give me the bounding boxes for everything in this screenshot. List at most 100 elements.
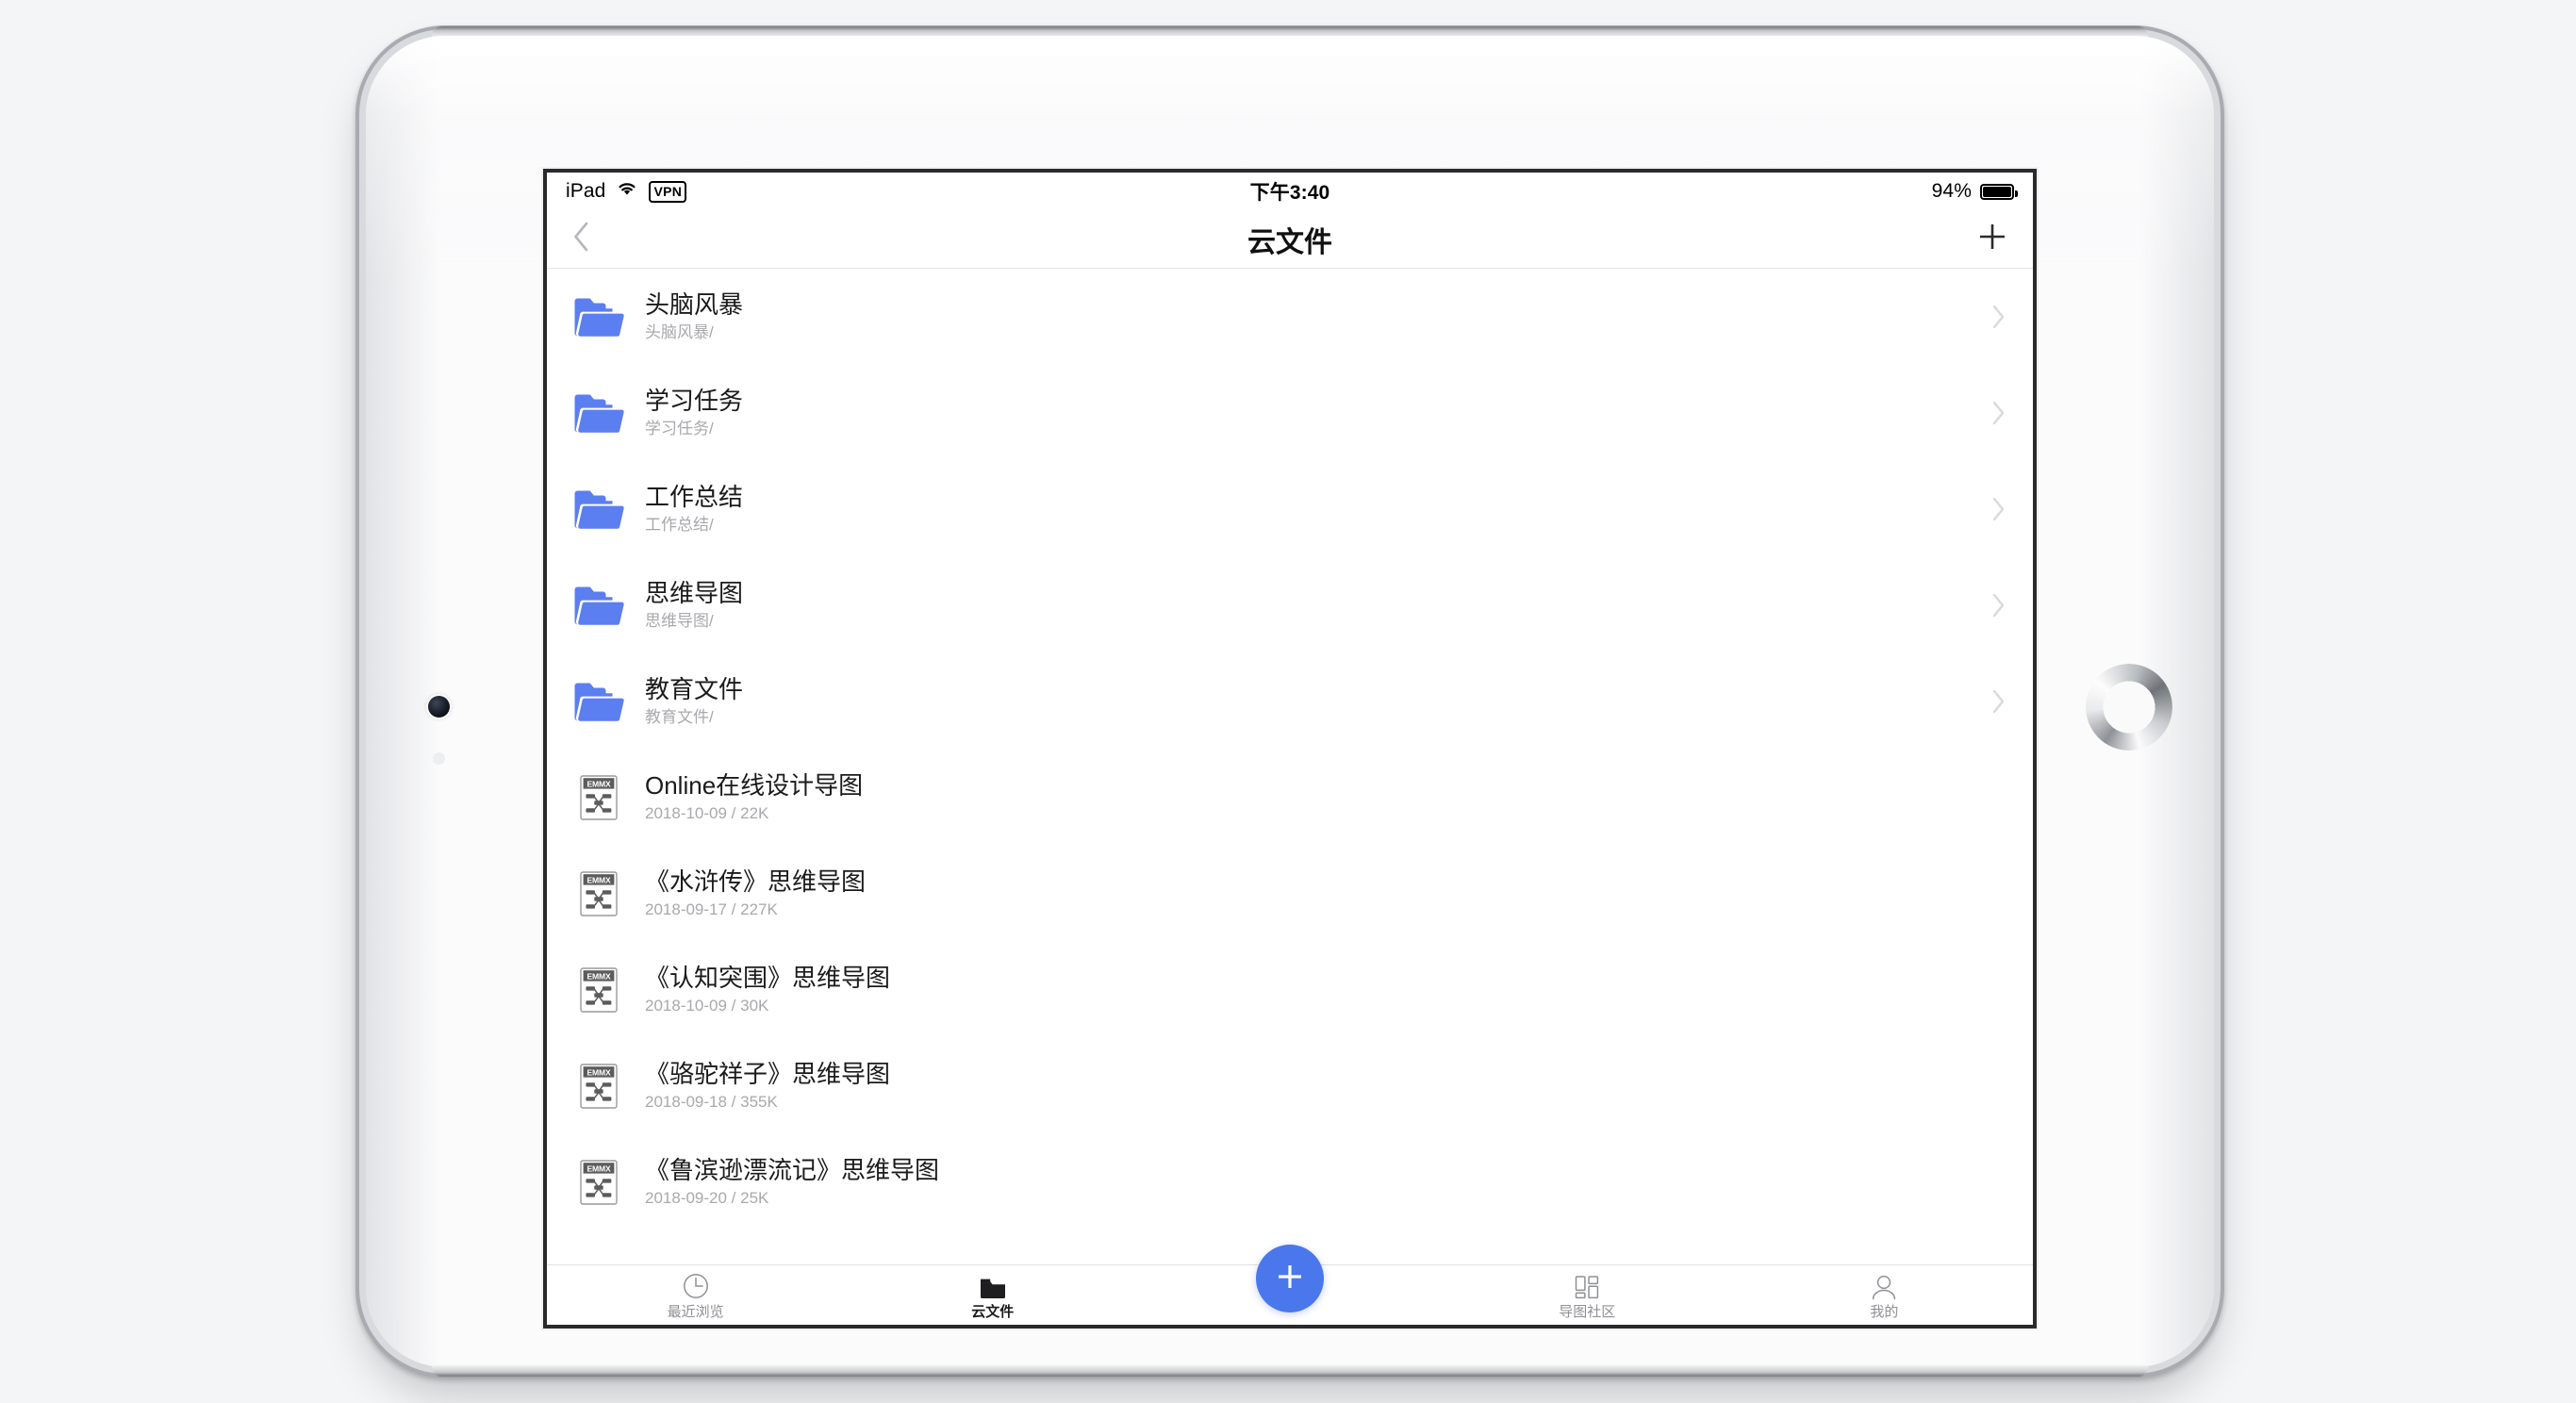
file-row[interactable]: EMMX 《骆驼祥子》思维导图 2018-09-18 / 355K	[547, 1038, 2033, 1134]
folder-row[interactable]: 思维导图 思维导图/	[547, 557, 2033, 653]
row-texts: 教育文件 教育文件/	[645, 674, 744, 727]
row-title: 头脑风暴	[645, 289, 744, 319]
row-icon	[570, 576, 628, 635]
tab-label-profile: 我的	[1870, 1303, 1899, 1320]
battery-fill	[1983, 186, 2011, 197]
svg-text:EMMX: EMMX	[587, 1067, 611, 1077]
row-title: 《认知突围》思维导图	[645, 963, 891, 992]
row-title: 《骆驼祥子》思维导图	[645, 1059, 891, 1088]
clock-icon	[682, 1272, 710, 1300]
chevron-right-icon	[1990, 496, 2006, 522]
row-texts: 头脑风暴 头脑风暴/	[645, 289, 744, 342]
status-bar-left: iPad VPN	[566, 180, 687, 203]
row-title: 工作总结	[645, 482, 744, 511]
folder-icon	[572, 391, 625, 435]
row-title: Online在线设计导图	[645, 770, 864, 800]
tab-cloud-files[interactable]: 云文件	[844, 1265, 1141, 1325]
plus-icon	[1976, 221, 2008, 257]
folder-row[interactable]: 教育文件 教育文件/	[547, 653, 2033, 750]
device-rim-bottom	[432, 1365, 2148, 1377]
battery-icon	[1980, 183, 2018, 200]
folder-icon	[572, 680, 625, 723]
file-list[interactable]: 头脑风暴 头脑风暴/ 学习任务 学习任务/ 工作总结 工作总结/ 思维导图 思维…	[547, 269, 2033, 1264]
row-subtitle: 2018-09-18 / 355K	[645, 1093, 778, 1112]
row-icon	[570, 480, 628, 538]
svg-text:EMMX: EMMX	[587, 1164, 611, 1173]
create-new-button[interactable]	[1256, 1245, 1324, 1312]
row-icon	[570, 384, 628, 442]
battery-percent-label: 94%	[1931, 180, 1972, 202]
grid-icon	[1573, 1272, 1601, 1300]
row-icon	[570, 672, 628, 731]
tab-label-community: 导图社区	[1559, 1303, 1616, 1320]
ambient-light-sensor	[433, 752, 445, 765]
row-title: 《水浒传》思维导图	[645, 867, 867, 896]
file-row[interactable]: EMMX 《鲁滨逊漂流记》思维导图 2018-09-20 / 25K	[547, 1134, 2033, 1230]
emmx-file-icon: EMMX	[580, 1160, 618, 1205]
row-texts: 《认知突围》思维导图 2018-10-09 / 30K	[645, 963, 891, 1015]
tab-community[interactable]: 导图社区	[1439, 1265, 1736, 1325]
tab-label-cloud-files: 云文件	[971, 1303, 1015, 1320]
navigation-bar: 云文件	[547, 210, 2033, 269]
home-button[interactable]	[2086, 664, 2172, 751]
ipad-device: iPad VPN 下午3:40 94% 云文件 头脑风暴 头脑风暴/ 学习任务 …	[366, 26, 2214, 1377]
row-icon	[570, 288, 628, 346]
carrier-label: iPad	[566, 180, 606, 202]
folder-row[interactable]: 工作总结 工作总结/	[547, 461, 2033, 557]
page-title: 云文件	[1247, 226, 1332, 258]
screenshot-stage: iPad VPN 下午3:40 94% 云文件 头脑风暴 头脑风暴/ 学习任务 …	[0, 0, 2576, 1403]
tab-bar: 最近浏览 云文件 导图社区 我的	[547, 1245, 2033, 1325]
status-bar: iPad VPN 下午3:40 94%	[547, 173, 2033, 210]
row-texts: 《骆驼祥子》思维导图 2018-09-18 / 355K	[645, 1059, 891, 1112]
emmx-file-icon: EMMX	[580, 1064, 618, 1109]
file-row[interactable]: EMMX 《水浒传》思维导图 2018-09-17 / 227K	[547, 846, 2033, 942]
row-title: 学习任务	[645, 386, 744, 415]
row-icon: EMMX	[570, 1153, 628, 1212]
tab-profile[interactable]: 我的	[1736, 1265, 2033, 1325]
folder-row[interactable]: 学习任务 学习任务/	[547, 365, 2033, 461]
folder-icon	[979, 1272, 1007, 1300]
svg-text:EMMX: EMMX	[587, 779, 611, 788]
file-row[interactable]: EMMX Online在线设计导图 2018-10-09 / 22K	[547, 750, 2033, 846]
row-subtitle: 学习任务/	[645, 420, 714, 438]
row-subtitle: 2018-10-09 / 22K	[645, 804, 769, 823]
row-title: 教育文件	[645, 674, 744, 703]
chevron-right-icon	[1990, 688, 2006, 715]
row-icon: EMMX	[570, 768, 628, 827]
wifi-icon	[616, 180, 638, 203]
row-texts: Online在线设计导图 2018-10-09 / 22K	[645, 770, 864, 823]
plus-icon	[1272, 1259, 1308, 1299]
row-subtitle: 2018-10-09 / 30K	[645, 997, 769, 1015]
back-button[interactable]	[571, 221, 609, 257]
tab-label-recent: 最近浏览	[667, 1303, 724, 1320]
folder-icon	[572, 295, 625, 338]
row-subtitle: 头脑风暴/	[645, 323, 714, 342]
row-icon: EMMX	[570, 1057, 628, 1115]
chevron-left-icon	[571, 221, 590, 257]
device-rim-top	[432, 26, 2148, 38]
svg-text:EMMX: EMMX	[587, 875, 611, 884]
folder-row[interactable]: 头脑风暴 头脑风暴/	[547, 269, 2033, 365]
row-icon: EMMX	[570, 865, 628, 923]
row-texts: 学习任务 学习任务/	[645, 388, 743, 437]
row-texts: 《鲁滨逊漂流记》思维导图 2018-09-20 / 25K	[645, 1157, 939, 1208]
file-row[interactable]: EMMX 《认知突围》思维导图 2018-10-09 / 30K	[547, 942, 2033, 1038]
add-button[interactable]	[1976, 221, 2008, 257]
row-texts: 思维导图 思维导图/	[645, 580, 743, 630]
row-subtitle: 工作总结/	[645, 516, 714, 535]
front-camera	[428, 696, 450, 718]
row-subtitle: 2018-09-20 / 25K	[645, 1189, 769, 1208]
chevron-right-icon	[1990, 304, 2006, 330]
tab-recent[interactable]: 最近浏览	[547, 1265, 844, 1325]
row-texts: 工作总结 工作总结/	[645, 482, 744, 535]
folder-icon	[572, 584, 625, 627]
emmx-file-icon: EMMX	[580, 775, 618, 820]
row-subtitle: 2018-09-17 / 227K	[645, 900, 778, 919]
folder-icon	[572, 487, 625, 531]
row-subtitle: 教育文件/	[645, 708, 714, 727]
ipad-screen: iPad VPN 下午3:40 94% 云文件 头脑风暴 头脑风暴/ 学习任务 …	[547, 173, 2033, 1325]
row-icon: EMMX	[570, 961, 628, 1019]
svg-text:EMMX: EMMX	[587, 971, 611, 981]
status-bar-right: 94%	[1931, 180, 2018, 203]
person-icon	[1870, 1272, 1898, 1300]
